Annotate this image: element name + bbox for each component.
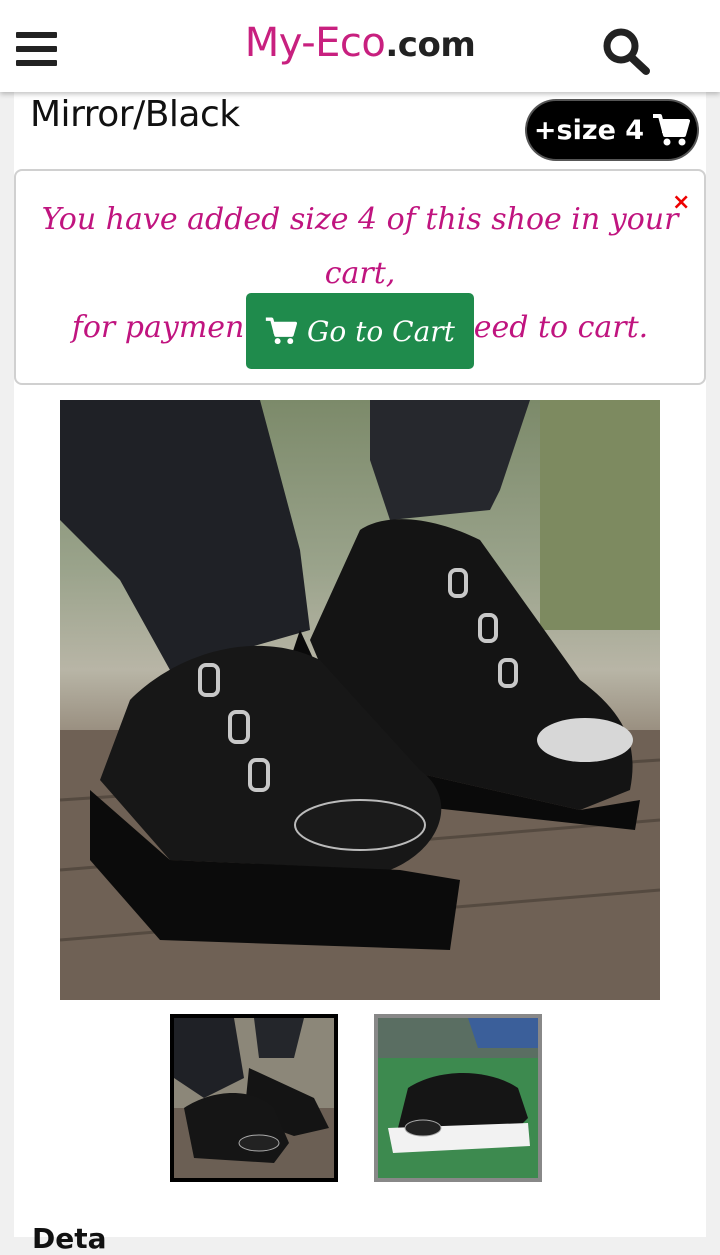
section-heading: Deta bbox=[32, 1222, 107, 1255]
go-to-cart-label: Go to Cart bbox=[307, 314, 455, 348]
close-icon[interactable]: × bbox=[672, 190, 690, 215]
search-icon[interactable] bbox=[600, 26, 652, 76]
logo-tld: .com bbox=[385, 25, 476, 65]
site-header: My-Eco.com bbox=[0, 0, 720, 92]
variant-title: Mirror/Black bbox=[30, 94, 240, 135]
cart-icon bbox=[653, 114, 691, 146]
thumbnail-1[interactable] bbox=[170, 1014, 338, 1182]
size-cart-badge[interactable]: +size 4 bbox=[527, 101, 697, 159]
thumbnail-2[interactable] bbox=[374, 1014, 542, 1182]
product-main-image[interactable] bbox=[60, 400, 660, 1000]
logo-brand: My-Eco bbox=[244, 20, 386, 66]
notice-line-1: You have added size 4 of this shoe in yo… bbox=[41, 202, 679, 291]
cart-icon bbox=[265, 317, 298, 345]
go-to-cart-button[interactable]: Go to Cart bbox=[246, 293, 474, 369]
size-badge-label: +size 4 bbox=[533, 114, 645, 146]
